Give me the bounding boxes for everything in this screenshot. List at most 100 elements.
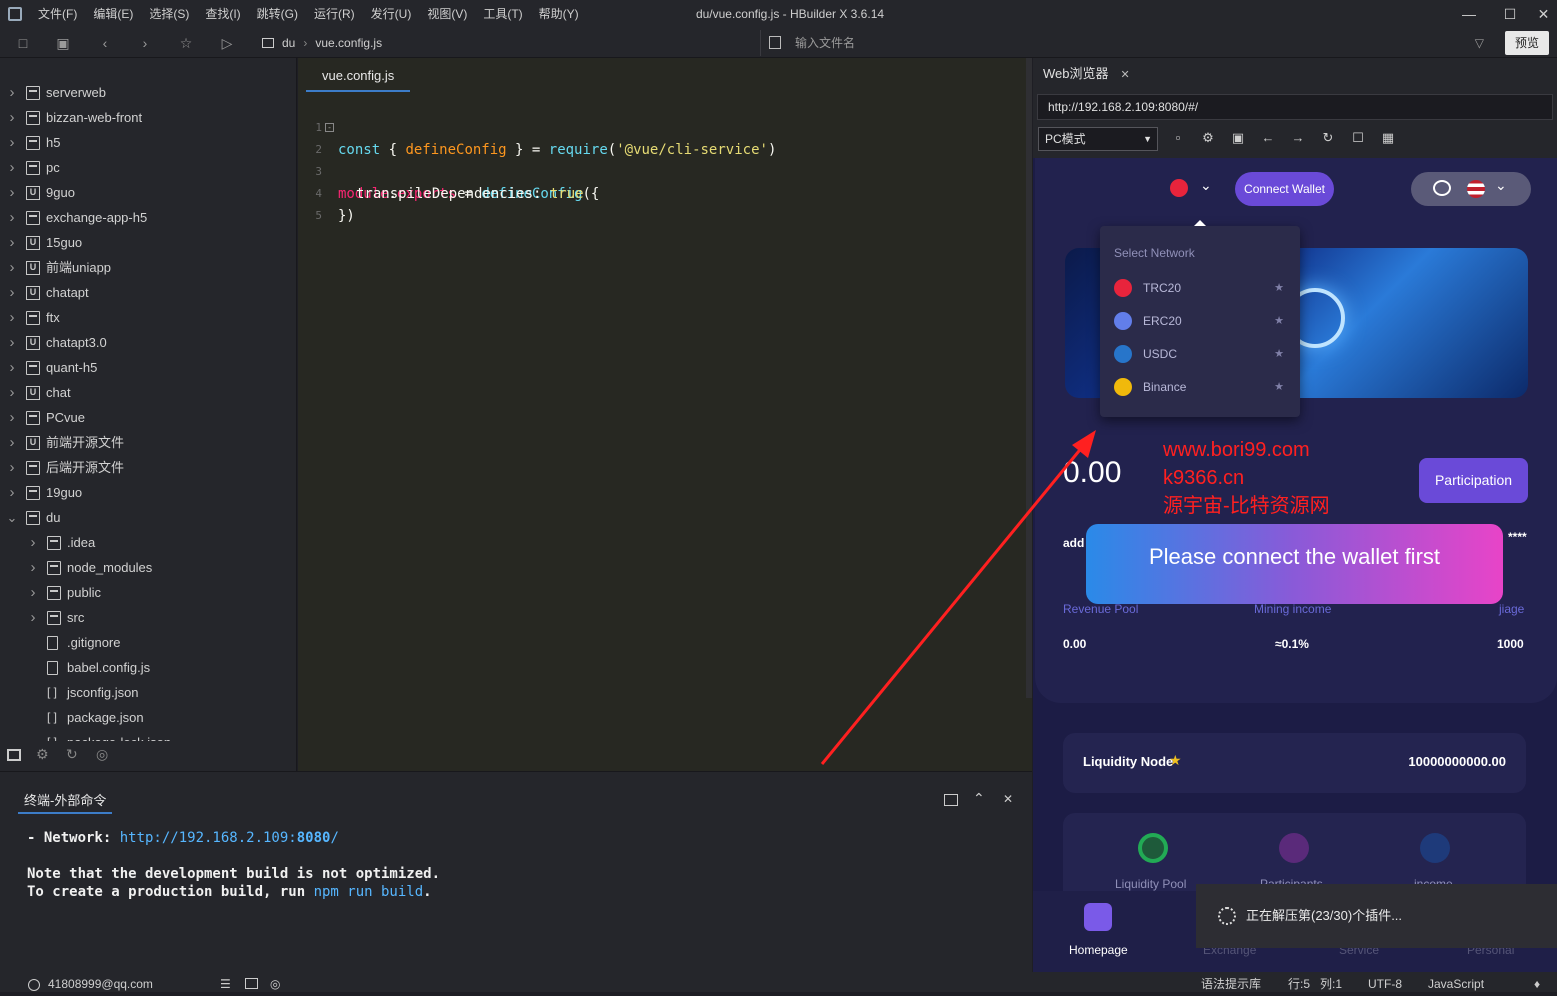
menu-item[interactable]: 文件(F) (30, 0, 85, 28)
console-icon[interactable]: ▣ (1230, 130, 1246, 146)
browser-tab[interactable]: Web浏览器 ✕ (1033, 62, 1140, 90)
chevron-right-icon[interactable]: › (6, 430, 18, 455)
star-icon[interactable]: ★ (1274, 311, 1284, 331)
close-terminal-icon[interactable]: ✕ (1003, 792, 1013, 806)
tree-item[interactable]: › bizzan-web-front (0, 105, 296, 130)
hint-library[interactable]: 语法提示库 (1201, 972, 1261, 996)
lock-icon[interactable]: ☐ (1350, 130, 1366, 146)
income-icon[interactable] (1420, 833, 1450, 863)
chevron-right-icon[interactable]: › (6, 105, 18, 130)
code-editor[interactable]: vue.config.js 1 const { defineConfig } =… (298, 58, 1032, 771)
list-icon[interactable]: ☰ (220, 972, 231, 996)
chevron-right-icon[interactable]: › (6, 255, 18, 280)
editor-tab[interactable]: vue.config.js (306, 64, 411, 92)
nav-homepage[interactable]: Homepage (1063, 891, 1133, 971)
tree-item[interactable]: [ ] jsconfig.json (0, 680, 296, 705)
tree-item[interactable]: › 19guo (0, 480, 296, 505)
chevron-down-icon[interactable]: ⌄ (6, 505, 18, 530)
chevron-right-icon[interactable]: › (6, 480, 18, 505)
run-icon[interactable]: ▷ (218, 34, 236, 52)
network-option-binance[interactable]: Binance ★ (1114, 377, 1284, 397)
tree-item[interactable]: › U 9guo (0, 180, 296, 205)
tree-item[interactable]: › Uchatapt3.0 (0, 330, 296, 355)
network-option-usdc[interactable]: USDC ★ (1114, 344, 1284, 364)
chevron-right-icon[interactable]: › (27, 605, 39, 630)
tree-item[interactable]: › PCvue (0, 405, 296, 430)
chevron-right-icon[interactable]: › (6, 230, 18, 255)
close-tab-icon[interactable]: ✕ (1121, 69, 1130, 81)
chevron-right-icon[interactable]: › (6, 205, 18, 230)
menu-item[interactable]: 查找(I) (197, 0, 248, 28)
plugin-icon[interactable]: ◎ (96, 746, 108, 763)
chevron-right-icon[interactable]: › (6, 405, 18, 430)
chevron-right-icon[interactable]: › (27, 580, 39, 605)
tree-item[interactable]: babel.config.js (0, 655, 296, 680)
language-mode[interactable]: JavaScript (1428, 972, 1484, 996)
tree-item[interactable]: › quant-h5 (0, 355, 296, 380)
forward-icon[interactable]: › (136, 34, 154, 52)
editor-scrollbar[interactable] (1026, 58, 1032, 698)
reload-icon[interactable]: ↻ (1320, 130, 1336, 146)
tree-item[interactable]: › public (0, 580, 296, 605)
liquidity-pool-icon[interactable] (1138, 833, 1168, 863)
preview-button[interactable]: 预览 (1505, 31, 1549, 55)
chat-icon[interactable] (1433, 180, 1451, 196)
back-icon[interactable]: ‹ (96, 34, 114, 52)
connect-wallet-button[interactable]: Connect Wallet (1235, 172, 1334, 206)
terminal-open-icon[interactable] (944, 794, 958, 806)
network-option-erc20[interactable]: ERC20 ★ (1114, 311, 1284, 331)
code-line-4[interactable]: 4 }) (298, 161, 998, 224)
tree-item[interactable]: › U 前端开源文件 (0, 430, 296, 455)
code-line-3[interactable]: 3 transpileDependencies: true (298, 139, 998, 202)
terminal-port[interactable]: 8080 (297, 830, 331, 846)
chevron-right-icon[interactable]: › (27, 530, 39, 555)
chevron-right-icon[interactable]: › (6, 80, 18, 105)
file-search-input[interactable]: 输入文件名 ▽ (760, 30, 1500, 56)
notification-icon[interactable]: ♦ (1534, 972, 1540, 996)
terminal-tab[interactable]: 终端-外部命令 (18, 790, 113, 814)
tree-item[interactable]: › Uchat (0, 380, 296, 405)
save-icon[interactable]: ▣ (54, 34, 72, 52)
forward-arrow-icon[interactable]: → (1290, 130, 1306, 146)
breadcrumb-root[interactable]: du (282, 36, 295, 50)
chevron-right-icon[interactable]: › (6, 180, 18, 205)
tree-item[interactable]: › U 前端uniapp (0, 255, 296, 280)
chevron-right-icon[interactable]: › (6, 305, 18, 330)
star-icon[interactable]: ★ (1274, 278, 1284, 298)
code-line-2[interactable]: 2 - module.exports = defineConfig({ (298, 117, 998, 202)
tree-item[interactable]: › Uchatapt (0, 280, 296, 305)
participants-icon[interactable] (1279, 833, 1309, 863)
terminal-link[interactable]: http://192.168.2.109: (120, 830, 297, 846)
project-icon[interactable] (7, 749, 21, 761)
chevron-right-icon[interactable]: › (6, 280, 18, 305)
tree-item[interactable]: › ftx (0, 305, 296, 330)
star-icon[interactable]: ★ (1274, 344, 1284, 364)
menu-item[interactable]: 帮助(Y) (531, 0, 587, 28)
close-icon[interactable]: ✕ (1530, 0, 1557, 28)
menu-item[interactable]: 工具(T) (475, 0, 530, 28)
maximize-icon[interactable]: ☐ (1488, 0, 1532, 28)
settings-icon[interactable]: ⚙ (1200, 130, 1216, 146)
tree-item[interactable]: › pc (0, 155, 296, 180)
terminal-icon[interactable] (245, 978, 258, 989)
new-file-icon[interactable]: □ (14, 34, 32, 52)
menu-item[interactable]: 发行(U) (363, 0, 420, 28)
menu-item[interactable]: 运行(R) (306, 0, 363, 28)
tron-logo-icon[interactable] (1170, 179, 1188, 197)
fold-icon[interactable]: - (325, 123, 334, 132)
tree-item[interactable]: [ ] package.json (0, 705, 296, 730)
globe-icon[interactable]: ◎ (270, 972, 280, 996)
qr-code-icon[interactable]: ▦ (1380, 130, 1396, 146)
tree-item[interactable]: ⌄ du (0, 505, 296, 530)
network-option-trc20[interactable]: TRC20 ★ (1114, 278, 1284, 298)
refresh-icon[interactable]: ↻ (66, 746, 78, 763)
star-icon[interactable]: ★ (1274, 377, 1284, 397)
menu-item[interactable]: 选择(S) (141, 0, 197, 28)
code-line-5[interactable]: 5 (298, 183, 998, 222)
menu-item[interactable]: 跳转(G) (249, 0, 306, 28)
screenshot-icon[interactable]: ▫ (1170, 130, 1186, 146)
tree-item[interactable]: › U 15guo (0, 230, 296, 255)
tree-item[interactable]: › serverweb (0, 80, 296, 105)
tree-item[interactable]: › src (0, 605, 296, 630)
back-arrow-icon[interactable]: ← (1260, 130, 1276, 146)
